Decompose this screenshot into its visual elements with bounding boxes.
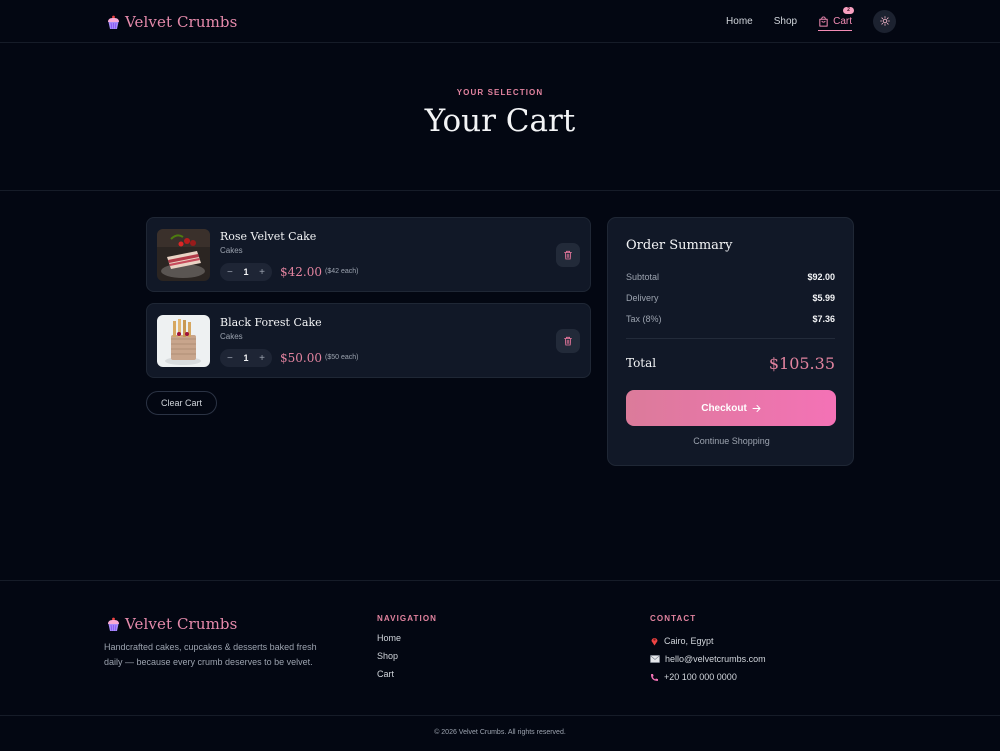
tax-row: Tax (8%) $7.36 bbox=[626, 313, 835, 325]
nav-cart-label: Cart bbox=[833, 15, 852, 27]
subtotal-row: Subtotal $92.00 bbox=[626, 271, 835, 283]
quantity-stepper: − 1 + bbox=[220, 349, 272, 367]
order-summary-title: Order Summary bbox=[626, 238, 733, 253]
nav-shop[interactable]: Shop bbox=[774, 16, 797, 27]
decrease-quantity-button[interactable]: − bbox=[227, 267, 233, 278]
increase-quantity-button[interactable]: + bbox=[259, 267, 265, 278]
page-hero: YOUR SELECTION Your Cart bbox=[0, 43, 1000, 191]
nav-home[interactable]: Home bbox=[726, 16, 753, 27]
footer-brand[interactable]: Velvet Crumbs bbox=[107, 615, 237, 633]
quantity-value: 1 bbox=[243, 267, 249, 277]
quantity-value: 1 bbox=[243, 353, 249, 363]
footer-link-shop[interactable]: Shop bbox=[377, 650, 437, 668]
footer-brand-name: Velvet Crumbs bbox=[125, 615, 238, 633]
page-title: Your Cart bbox=[424, 103, 576, 139]
remove-item-button[interactable] bbox=[556, 329, 580, 353]
theme-toggle-button[interactable] bbox=[873, 9, 896, 33]
shopping-bag-icon bbox=[819, 15, 828, 27]
increase-quantity-button[interactable]: + bbox=[259, 353, 265, 364]
product-image-black-forest-cake[interactable] bbox=[157, 315, 210, 367]
product-image-rose-velvet-cake[interactable] bbox=[157, 229, 210, 281]
footer-contact: CONTACT Cairo, Egypt hello@velvetcrumbs.… bbox=[650, 614, 766, 686]
subtotal-label: Subtotal bbox=[626, 272, 660, 282]
arrow-right-icon bbox=[752, 404, 761, 412]
envelope-icon bbox=[650, 655, 660, 663]
main-nav: Home Shop Cart 2 bbox=[726, 6, 896, 33]
tax-label: Tax (8%) bbox=[626, 314, 662, 324]
cart-item: Rose Velvet Cake Cakes − 1 + $42.00 ($42… bbox=[146, 217, 591, 292]
checkout-label: Checkout bbox=[701, 402, 747, 414]
cupcake-icon bbox=[108, 15, 119, 29]
map-pin-icon bbox=[651, 638, 658, 646]
summary-divider bbox=[626, 338, 835, 339]
footer-location: Cairo, Egypt bbox=[650, 632, 766, 650]
order-summary-card: Order Summary Subtotal $92.00 Delivery $… bbox=[607, 217, 854, 466]
delivery-row: Delivery $5.99 bbox=[626, 292, 835, 304]
brand-logo[interactable]: Velvet Crumbs bbox=[107, 12, 237, 32]
hero-eyebrow: YOUR SELECTION bbox=[456, 88, 544, 97]
cart-count-badge: 2 bbox=[843, 6, 854, 14]
total-label: Total bbox=[626, 356, 657, 370]
email-text: hello@velvetcrumbs.com bbox=[665, 653, 766, 664]
footer-email[interactable]: hello@velvetcrumbs.com bbox=[650, 650, 766, 668]
trash-icon bbox=[564, 250, 572, 260]
footer-link-home[interactable]: Home bbox=[377, 632, 437, 650]
footer-contact-heading: CONTACT bbox=[650, 614, 697, 623]
nav-cart[interactable]: Cart 2 bbox=[818, 6, 854, 31]
delivery-value: $5.99 bbox=[812, 293, 835, 303]
phone-icon bbox=[651, 673, 658, 681]
trash-icon bbox=[564, 336, 572, 346]
checkout-button[interactable]: Checkout bbox=[626, 390, 836, 426]
continue-shopping-link[interactable]: Continue Shopping bbox=[608, 436, 855, 446]
item-category: Cakes bbox=[220, 332, 243, 341]
location-text: Cairo, Egypt bbox=[664, 635, 714, 646]
footer-link-cart[interactable]: Cart bbox=[377, 668, 437, 686]
item-price: $50.00 bbox=[280, 351, 322, 365]
delivery-label: Delivery bbox=[626, 293, 659, 303]
footer-navigation: NAVIGATION Home Shop Cart bbox=[377, 614, 437, 686]
quantity-stepper: − 1 + bbox=[220, 263, 272, 281]
clear-cart-button[interactable]: Clear Cart bbox=[146, 391, 217, 415]
total-row: Total $105.35 bbox=[626, 353, 835, 373]
site-footer: Velvet Crumbs Handcrafted cakes, cupcake… bbox=[0, 580, 1000, 751]
footer-description: Handcrafted cakes, cupcakes & desserts b… bbox=[104, 642, 317, 667]
cupcake-icon bbox=[108, 617, 119, 631]
footer-phone[interactable]: +20 100 000 0000 bbox=[650, 668, 766, 686]
tax-value: $7.36 bbox=[812, 314, 835, 324]
remove-item-button[interactable] bbox=[556, 243, 580, 267]
brand-name: Velvet Crumbs bbox=[125, 13, 238, 31]
site-header: Velvet Crumbs Home Shop Cart 2 bbox=[0, 0, 1000, 43]
subtotal-value: $92.00 bbox=[807, 272, 835, 282]
copyright-text: © 2026 Velvet Crumbs. All rights reserve… bbox=[434, 729, 566, 736]
cart-item: Black Forest Cake Cakes − 1 + $50.00 ($5… bbox=[146, 303, 591, 378]
footer-bottom-bar: © 2026 Velvet Crumbs. All rights reserve… bbox=[0, 715, 1000, 751]
total-value: $105.35 bbox=[768, 353, 835, 373]
sun-icon bbox=[879, 16, 890, 26]
phone-text: +20 100 000 0000 bbox=[664, 671, 737, 682]
item-name: Black Forest Cake bbox=[220, 316, 322, 329]
decrease-quantity-button[interactable]: − bbox=[227, 353, 233, 364]
item-unit-price: ($50 each) bbox=[325, 354, 359, 361]
item-category: Cakes bbox=[220, 246, 243, 255]
item-price: $42.00 bbox=[280, 265, 322, 279]
item-name: Rose Velvet Cake bbox=[220, 230, 317, 243]
footer-nav-heading: NAVIGATION bbox=[377, 614, 438, 623]
item-unit-price: ($42 each) bbox=[325, 268, 359, 275]
